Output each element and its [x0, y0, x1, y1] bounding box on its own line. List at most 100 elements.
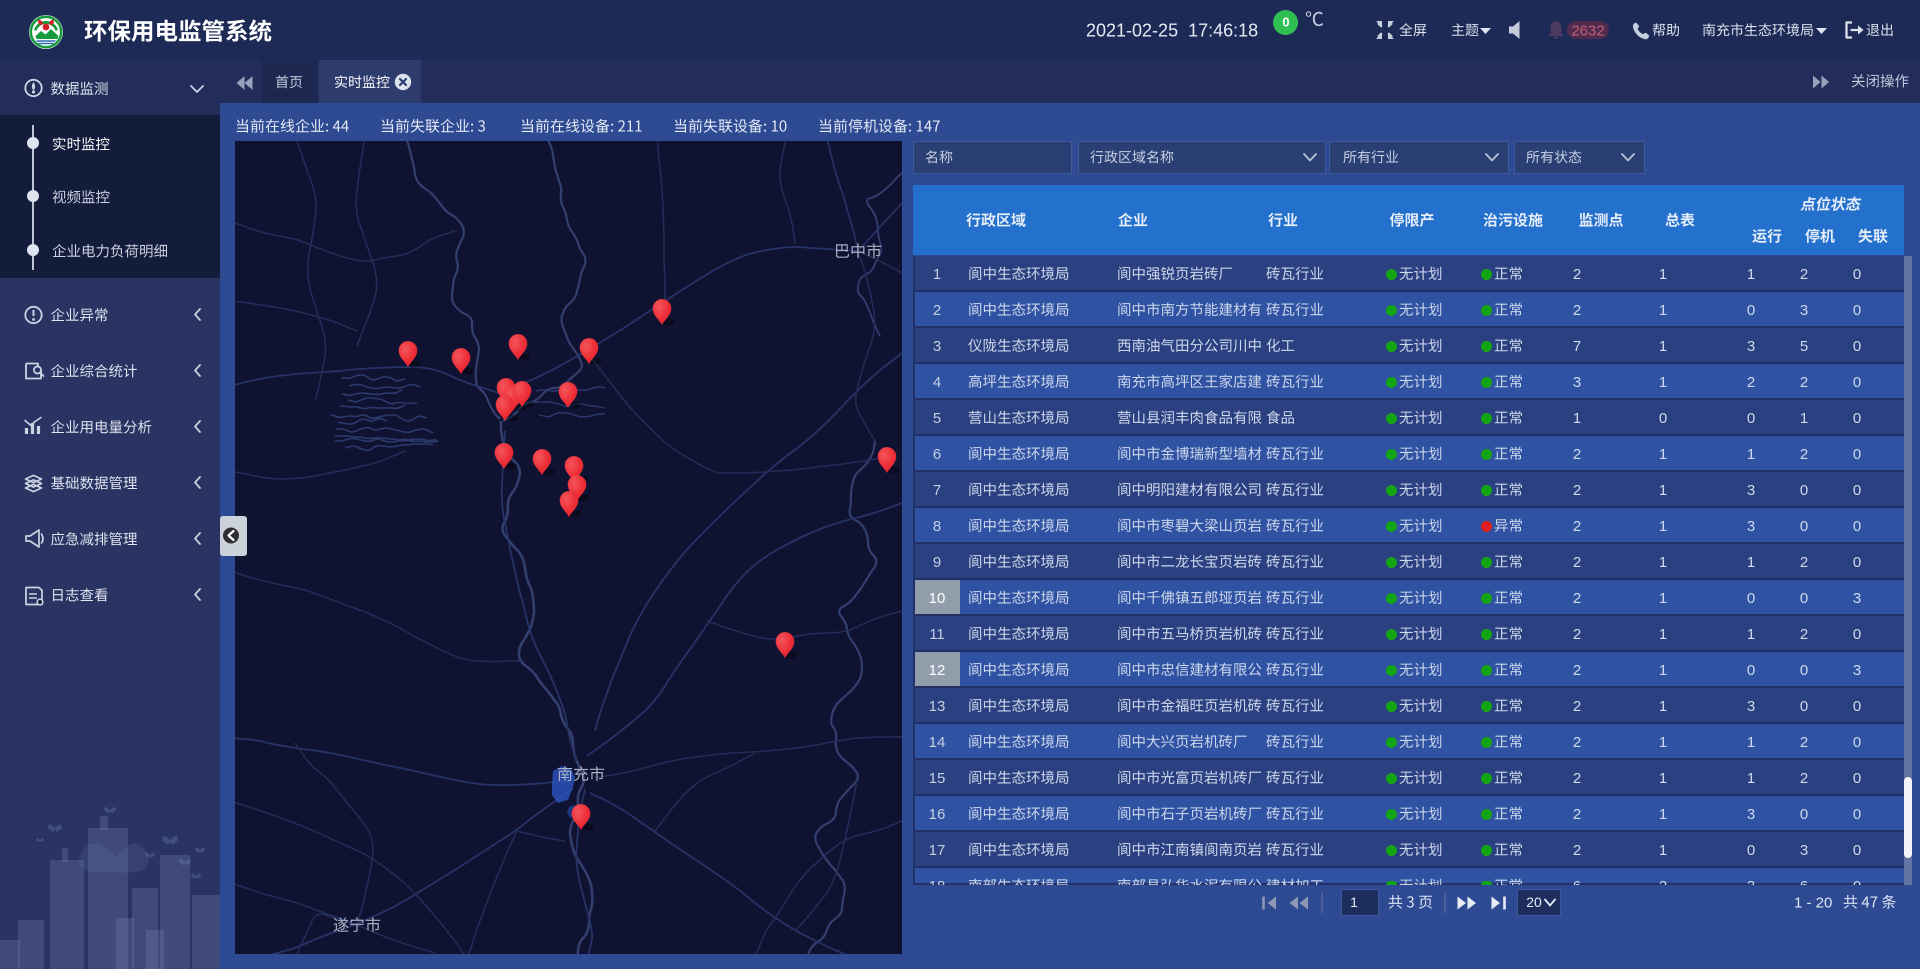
svg-text:11: 11	[929, 626, 945, 643]
svg-text:2: 2	[933, 302, 941, 319]
svg-text:0: 0	[1800, 518, 1808, 535]
svg-text:0: 0	[1853, 446, 1861, 463]
svg-text:2: 2	[1573, 806, 1581, 823]
svg-text:6: 6	[1573, 878, 1581, 895]
svg-text:2: 2	[1800, 446, 1808, 463]
svg-text:0: 0	[1282, 15, 1289, 30]
svg-text:0: 0	[1853, 734, 1861, 751]
svg-text:6: 6	[933, 446, 941, 463]
svg-text:2: 2	[1573, 518, 1581, 535]
svg-text:3: 3	[1853, 590, 1861, 607]
svg-text:0: 0	[1853, 266, 1861, 283]
svg-text:2632: 2632	[1571, 22, 1604, 39]
svg-text:1 - 20: 1 - 20	[1794, 894, 1832, 911]
svg-text:1: 1	[1659, 590, 1667, 607]
svg-text:12: 12	[929, 662, 946, 679]
svg-text:4: 4	[933, 374, 941, 391]
svg-text:1: 1	[1659, 446, 1667, 463]
svg-text:3: 3	[1853, 662, 1861, 679]
svg-text:1: 1	[1747, 446, 1755, 463]
svg-text:15: 15	[929, 770, 946, 787]
svg-text:0: 0	[1853, 842, 1861, 859]
svg-text:1: 1	[1659, 770, 1667, 787]
svg-text:0: 0	[1800, 662, 1808, 679]
svg-text:1: 1	[1747, 266, 1755, 283]
svg-text:1: 1	[1350, 894, 1358, 910]
svg-text:2: 2	[1573, 302, 1581, 319]
svg-text:0: 0	[1747, 662, 1755, 679]
svg-text:8: 8	[933, 518, 941, 535]
svg-text:3: 3	[1800, 302, 1808, 319]
svg-text:6: 6	[1800, 878, 1808, 895]
svg-text:3: 3	[1747, 878, 1755, 895]
svg-text:2: 2	[1573, 770, 1581, 787]
svg-text:1: 1	[1659, 734, 1667, 751]
svg-text:1: 1	[1659, 302, 1667, 319]
svg-text:2: 2	[1800, 734, 1808, 751]
svg-text:3: 3	[1747, 806, 1755, 823]
svg-text:2: 2	[1573, 554, 1581, 571]
svg-text:18: 18	[929, 878, 946, 895]
svg-text:14: 14	[929, 734, 946, 751]
svg-text:2: 2	[1573, 698, 1581, 715]
svg-text:2: 2	[1747, 374, 1755, 391]
svg-text:3: 3	[1747, 338, 1755, 355]
svg-text:1: 1	[1659, 518, 1667, 535]
svg-text:1: 1	[1659, 338, 1667, 355]
svg-text:5: 5	[933, 410, 941, 427]
svg-text:0: 0	[1853, 338, 1861, 355]
svg-text:1: 1	[1747, 770, 1755, 787]
svg-text:0: 0	[1659, 410, 1667, 427]
svg-text:0: 0	[1853, 806, 1861, 823]
svg-text:2: 2	[1573, 590, 1581, 607]
svg-text:0: 0	[1853, 518, 1861, 535]
svg-text:0: 0	[1800, 806, 1808, 823]
svg-text:0: 0	[1800, 590, 1808, 607]
svg-text:2021-02-25 17:46:18: 2021-02-25 17:46:18	[1086, 21, 1258, 41]
svg-text:2: 2	[1800, 554, 1808, 571]
svg-text:1: 1	[1659, 842, 1667, 859]
svg-text:2: 2	[1800, 770, 1808, 787]
svg-text:13: 13	[929, 698, 946, 715]
svg-text:7: 7	[1573, 338, 1581, 355]
svg-text:0: 0	[1853, 302, 1861, 319]
svg-text:0: 0	[1800, 698, 1808, 715]
svg-text:2: 2	[1573, 626, 1581, 643]
svg-text:2: 2	[1573, 842, 1581, 859]
svg-text:3: 3	[1747, 482, 1755, 499]
svg-text:0: 0	[1747, 842, 1755, 859]
svg-text:1: 1	[1659, 806, 1667, 823]
svg-text:1: 1	[1573, 410, 1581, 427]
svg-text:1: 1	[1659, 698, 1667, 715]
svg-text:1: 1	[1747, 554, 1755, 571]
svg-text:0: 0	[1853, 374, 1861, 391]
svg-text:2: 2	[1573, 266, 1581, 283]
svg-text:2: 2	[1800, 626, 1808, 643]
svg-text:0: 0	[1747, 410, 1755, 427]
svg-text:0: 0	[1853, 878, 1861, 895]
svg-text:7: 7	[933, 482, 941, 499]
svg-text:1: 1	[1800, 410, 1808, 427]
svg-text:17: 17	[929, 842, 946, 859]
svg-text:1: 1	[1659, 482, 1667, 499]
svg-text:3: 3	[1800, 842, 1808, 859]
svg-text:0: 0	[1747, 302, 1755, 319]
svg-text:1: 1	[933, 266, 941, 283]
svg-text:1: 1	[1747, 734, 1755, 751]
svg-text:3: 3	[1747, 518, 1755, 535]
svg-text:1: 1	[1659, 374, 1667, 391]
svg-text:3: 3	[1573, 374, 1581, 391]
svg-text:1: 1	[1747, 626, 1755, 643]
svg-text:0: 0	[1747, 590, 1755, 607]
svg-text:2: 2	[1573, 482, 1581, 499]
svg-text:1: 1	[1659, 266, 1667, 283]
svg-text:0: 0	[1853, 626, 1861, 643]
svg-text:0: 0	[1853, 770, 1861, 787]
svg-text:1: 1	[1659, 554, 1667, 571]
svg-text:2: 2	[1573, 734, 1581, 751]
svg-text:1: 1	[1659, 662, 1667, 679]
svg-text:16: 16	[929, 806, 946, 823]
svg-text:5: 5	[1800, 338, 1808, 355]
svg-text:0: 0	[1800, 482, 1808, 499]
svg-text:2: 2	[1659, 878, 1667, 895]
